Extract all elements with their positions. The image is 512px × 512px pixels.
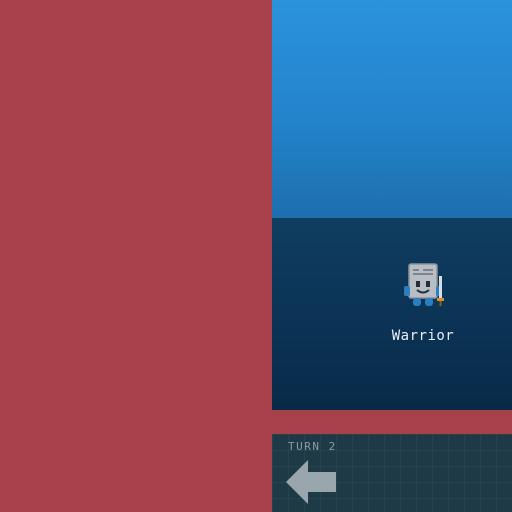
game-screen: Warrior TURN 2: [0, 0, 512, 512]
sky-tile: [272, 0, 512, 218]
warrior-icon: [404, 263, 444, 306]
warrior-unit[interactable]: Warrior: [390, 262, 456, 344]
left-arrow-icon[interactable]: [284, 458, 340, 506]
empty-map-area: [0, 0, 272, 512]
separator-strip: [272, 410, 512, 434]
turn-panel: TURN 2: [272, 434, 512, 512]
turn-counter: TURN 2: [288, 440, 337, 453]
unit-name-label: Warrior: [391, 328, 455, 344]
